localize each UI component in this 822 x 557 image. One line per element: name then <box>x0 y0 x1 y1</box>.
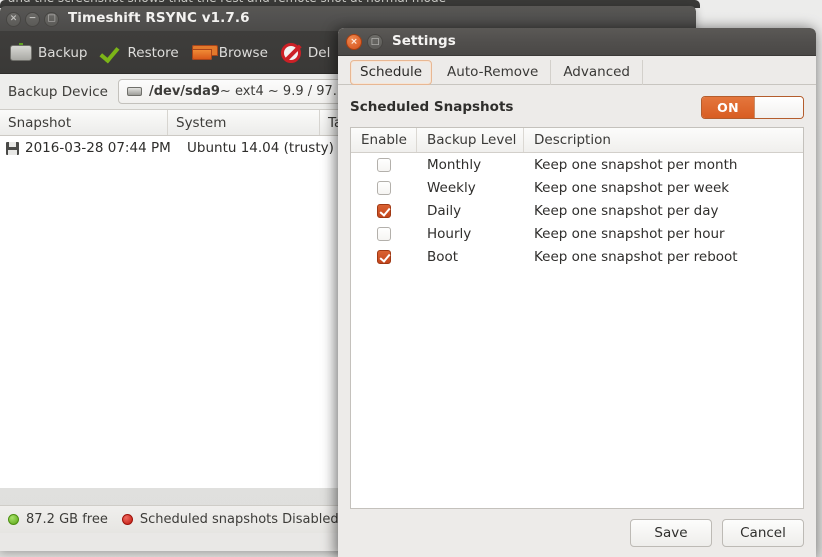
backup-drive-icon <box>10 42 32 64</box>
minimize-icon: − <box>28 13 37 24</box>
close-icon: × <box>9 13 18 24</box>
table-row[interactable]: Hourly Keep one snapshot per hour <box>351 222 803 245</box>
backup-level-monthly: Monthly <box>427 156 482 173</box>
toolbar-button-restore[interactable]: Restore <box>96 38 187 68</box>
checkbox-monthly[interactable] <box>377 157 391 172</box>
toolbar-button-backup[interactable]: Backup <box>6 38 96 68</box>
backup-levels-table: Enable Backup Level Description Monthly … <box>350 127 804 509</box>
table-row[interactable]: Boot Keep one snapshot per reboot <box>351 245 803 268</box>
delete-prohibition-icon <box>280 42 302 64</box>
snapshot-system: Ubuntu 14.04 (trusty) <box>187 140 334 156</box>
column-header-snapshot[interactable]: Snapshot <box>0 110 168 135</box>
backup-level-hourly: Hourly <box>427 225 472 242</box>
screen: and the screenshot shows that the rest a… <box>0 0 822 557</box>
status-schedule-text: Scheduled snapshots Disabled <box>139 512 339 527</box>
column-header-enable[interactable]: Enable <box>351 128 417 152</box>
backup-device-name: /dev/sda9 <box>148 84 220 99</box>
floppy-save-icon <box>6 141 19 155</box>
backup-level-weekly: Weekly <box>427 179 476 196</box>
column-header-system[interactable]: System <box>168 110 320 135</box>
toolbar-label-browse: Browse <box>218 44 268 61</box>
settings-close-button[interactable]: × <box>346 34 362 50</box>
backup-level-daily: Daily <box>427 202 462 219</box>
enable-cell[interactable] <box>351 249 417 264</box>
enable-cell[interactable] <box>351 180 417 195</box>
column-header-description[interactable]: Description <box>524 128 803 152</box>
tab-auto-remove[interactable]: Auto-Remove <box>435 60 552 85</box>
save-button[interactable]: Save <box>630 519 712 547</box>
table-row[interactable]: Weekly Keep one snapshot per week <box>351 176 803 199</box>
table-row[interactable]: Daily Keep one snapshot per day <box>351 199 803 222</box>
backup-device-label: Backup Device <box>8 83 108 100</box>
description-weekly: Keep one snapshot per week <box>534 179 730 196</box>
toolbar-label-backup: Backup <box>38 44 88 61</box>
enable-cell[interactable] <box>351 226 417 241</box>
dialog-button-bar: Save Cancel <box>630 519 804 547</box>
description-daily: Keep one snapshot per day <box>534 202 719 219</box>
scheduled-snapshots-header: Scheduled Snapshots ON <box>350 95 804 119</box>
close-icon: × <box>350 37 358 47</box>
checkbox-boot[interactable] <box>377 249 391 264</box>
main-close-button[interactable]: × <box>6 12 21 27</box>
toolbar-label-restore: Restore <box>127 44 179 61</box>
checkbox-daily[interactable] <box>377 203 391 218</box>
green-check-icon <box>100 42 122 64</box>
settings-maximize-button[interactable]: □ <box>367 34 383 50</box>
scheduled-snapshots-toggle[interactable]: ON <box>701 95 804 119</box>
toolbar-button-browse[interactable]: Browse <box>187 38 276 68</box>
toggle-on-label: ON <box>702 96 754 118</box>
column-header-backup-level[interactable]: Backup Level <box>417 128 524 152</box>
status-disk-free: 87.2 GB free <box>8 512 108 527</box>
settings-titlebar[interactable]: × □ Settings <box>338 28 816 56</box>
main-minimize-button[interactable]: − <box>25 12 40 27</box>
schedule-panel: Scheduled Snapshots ON Enable Backup Lev… <box>338 85 816 509</box>
tab-advanced[interactable]: Advanced <box>551 60 643 85</box>
maximize-icon: □ <box>47 13 56 24</box>
enable-cell[interactable] <box>351 203 417 218</box>
table-row[interactable]: Monthly Keep one snapshot per month <box>351 153 803 176</box>
settings-dialog-title: Settings <box>392 33 456 49</box>
backup-levels-table-header: Enable Backup Level Description <box>351 128 803 153</box>
folder-icon <box>191 42 218 64</box>
settings-dialog: × □ Settings Schedule Auto-Remove Advanc… <box>338 28 816 557</box>
description-monthly: Keep one snapshot per month <box>534 156 738 173</box>
scheduled-snapshots-label: Scheduled Snapshots <box>350 99 514 115</box>
status-disk-free-text: 87.2 GB free <box>26 512 108 527</box>
toggle-knob[interactable] <box>754 96 803 118</box>
status-red-dot-icon <box>121 514 133 525</box>
enable-cell[interactable] <box>351 157 417 172</box>
hard-disk-icon <box>126 87 142 96</box>
status-green-dot-icon <box>8 514 19 525</box>
description-boot: Keep one snapshot per reboot <box>534 248 738 265</box>
toolbar-label-delete: Del <box>307 44 331 61</box>
backup-level-boot: Boot <box>427 248 459 265</box>
toolbar-button-delete[interactable]: Del <box>276 38 338 68</box>
checkbox-weekly[interactable] <box>377 180 391 195</box>
description-hourly: Keep one snapshot per hour <box>534 225 725 242</box>
main-window-title: Timeshift RSYNC v1.7.6 <box>68 10 250 26</box>
checkbox-hourly[interactable] <box>377 226 391 241</box>
settings-tabbar: Schedule Auto-Remove Advanced <box>338 56 816 85</box>
cancel-button[interactable]: Cancel <box>722 519 804 547</box>
status-schedule: Scheduled snapshots Disabled <box>121 512 339 527</box>
main-maximize-button[interactable]: □ <box>44 12 59 27</box>
maximize-icon: □ <box>370 37 380 47</box>
background-window-text: and the screenshot shows that the rest a… <box>8 0 446 5</box>
snapshot-date: 2016-03-28 07:44 PM <box>25 140 171 156</box>
tab-schedule[interactable]: Schedule <box>350 60 433 85</box>
